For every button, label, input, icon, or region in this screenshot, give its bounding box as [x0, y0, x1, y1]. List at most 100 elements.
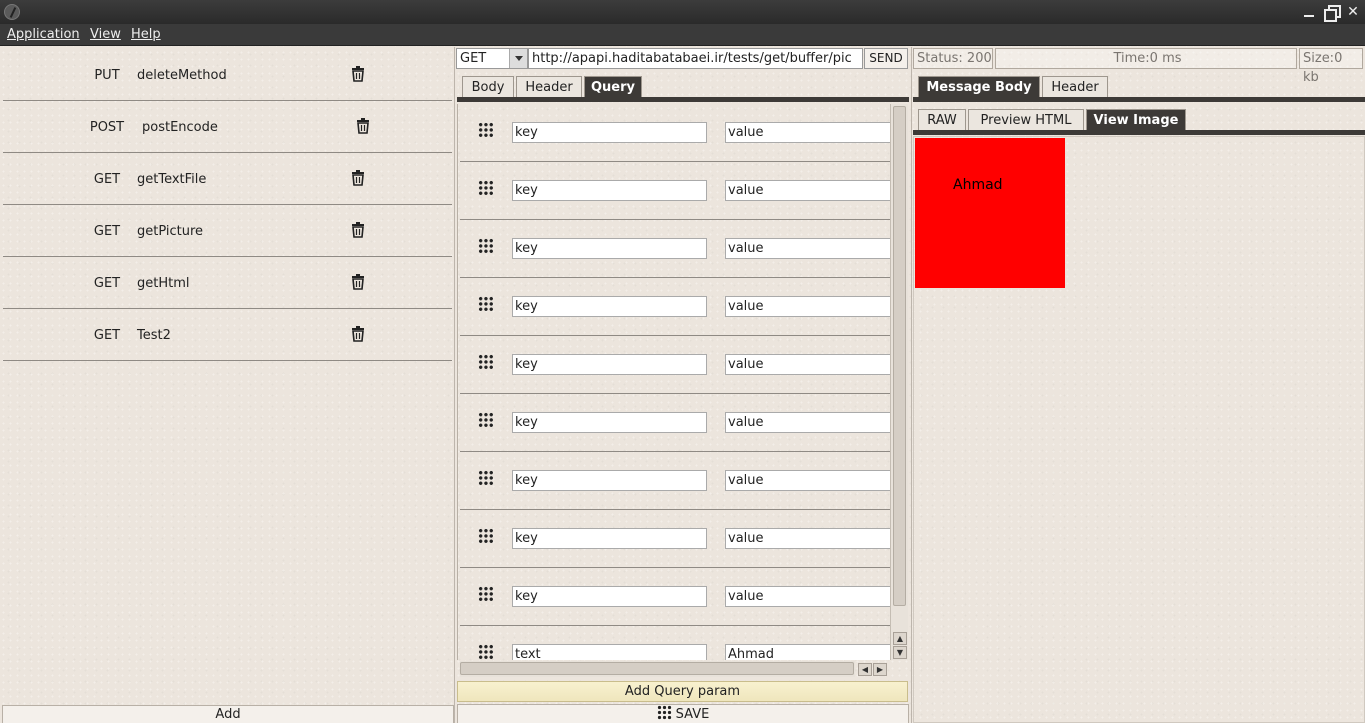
tab-message-body[interactable]: Message Body — [918, 76, 1040, 98]
method-select-value: GET — [460, 51, 487, 66]
menu-bar: Application View Help — [0, 24, 1365, 46]
query-param-row: key value — [460, 336, 890, 394]
query-key-input[interactable]: key — [512, 354, 707, 375]
tab-view-image[interactable]: View Image — [1086, 109, 1186, 131]
tab-query[interactable]: Query — [584, 76, 642, 98]
tab-body[interactable]: Body — [462, 76, 514, 98]
tab-underline — [913, 130, 1365, 135]
query-key-input[interactable]: key — [512, 180, 707, 201]
query-value-input[interactable]: value — [725, 122, 890, 143]
query-param-row: key value — [460, 394, 890, 452]
request-row[interactable]: GET Test2 — [3, 309, 452, 361]
add-request-button[interactable]: Add — [2, 705, 454, 723]
tab-underline — [457, 97, 909, 102]
drag-handle-icon[interactable] — [478, 354, 494, 370]
tab-underline — [913, 97, 1365, 102]
request-method: GET — [93, 276, 121, 291]
trash-icon[interactable] — [356, 118, 370, 134]
title-bar: ✕ — [0, 0, 1365, 24]
query-key-input[interactable]: key — [512, 412, 707, 433]
request-method: PUT — [94, 68, 120, 83]
send-button[interactable]: SEND — [864, 48, 908, 69]
query-key-input[interactable]: key — [512, 470, 707, 491]
query-param-row: key value — [460, 568, 890, 626]
close-icon[interactable]: ✕ — [1344, 3, 1362, 21]
url-input[interactable]: http://apapi.haditabatabaei.ir/tests/get… — [528, 48, 863, 69]
status-code: Status: 200 — [913, 48, 993, 69]
drag-handle-icon[interactable] — [478, 238, 494, 254]
tab-preview-html[interactable]: Preview HTML — [968, 109, 1084, 131]
request-name: deleteMethod — [137, 68, 227, 83]
query-key-input[interactable]: key — [512, 528, 707, 549]
request-row[interactable]: PUT deleteMethod — [3, 49, 452, 101]
query-key-input[interactable]: text — [512, 644, 707, 660]
scroll-right-icon[interactable]: ▶ — [873, 663, 887, 676]
menu-application[interactable]: Application — [7, 27, 80, 42]
query-value-input[interactable]: value — [725, 180, 890, 201]
request-method: GET — [93, 328, 121, 343]
grid-icon — [656, 705, 672, 720]
response-time: Time:0 ms — [995, 48, 1297, 69]
query-value-input[interactable]: value — [725, 296, 890, 317]
drag-handle-icon[interactable] — [478, 644, 494, 660]
scroll-left-icon[interactable]: ◀ — [858, 663, 872, 676]
trash-icon[interactable] — [351, 170, 365, 186]
query-value-input[interactable]: value — [725, 238, 890, 259]
drag-handle-icon[interactable] — [478, 296, 494, 312]
query-value-input[interactable]: Ahmad — [725, 644, 890, 660]
add-query-param-button[interactable]: Add Query param — [457, 681, 908, 702]
drag-handle-icon[interactable] — [478, 180, 494, 196]
drag-handle-icon[interactable] — [478, 528, 494, 544]
request-row[interactable]: POST postEncode — [3, 101, 452, 153]
query-value-input[interactable]: value — [725, 586, 890, 607]
request-name: getTextFile — [137, 172, 207, 187]
query-param-row: key value — [460, 510, 890, 568]
app-logo-icon — [4, 4, 20, 20]
drag-handle-icon[interactable] — [478, 470, 494, 486]
request-name: getHtml — [137, 276, 190, 291]
tab-response-header[interactable]: Header — [1042, 76, 1108, 98]
query-key-input[interactable]: key — [512, 586, 707, 607]
tab-header[interactable]: Header — [516, 76, 582, 98]
horizontal-scrollbar[interactable] — [460, 661, 855, 677]
request-row[interactable]: GET getPicture — [3, 205, 452, 257]
request-row[interactable]: GET getTextFile — [3, 153, 452, 205]
query-param-row: text Ahmad — [460, 626, 890, 660]
query-param-row: key value — [460, 452, 890, 510]
drag-handle-icon[interactable] — [478, 412, 494, 428]
menu-help[interactable]: Help — [131, 27, 161, 42]
query-value-input[interactable]: value — [725, 412, 890, 433]
trash-icon[interactable] — [351, 326, 365, 342]
query-key-input[interactable]: key — [512, 122, 707, 143]
chevron-down-icon[interactable] — [509, 49, 527, 68]
request-row[interactable]: GET getHtml — [3, 257, 452, 309]
request-method: POST — [89, 120, 125, 135]
save-label: SAVE — [675, 707, 710, 722]
request-method: GET — [93, 172, 121, 187]
query-key-input[interactable]: key — [512, 296, 707, 317]
drag-handle-icon[interactable] — [478, 586, 494, 602]
save-button[interactable]: SAVE — [457, 704, 909, 723]
horizontal-scroll-thumb[interactable] — [460, 662, 854, 675]
response-size: Size:0 kb — [1299, 48, 1363, 85]
query-param-row: key value — [460, 104, 890, 162]
scroll-up-icon[interactable]: ▲ — [893, 632, 907, 645]
drag-handle-icon[interactable] — [478, 122, 494, 138]
trash-icon[interactable] — [351, 66, 365, 82]
vertical-scroll-thumb[interactable] — [893, 106, 906, 606]
query-param-row: key value — [460, 278, 890, 336]
minimize-icon[interactable] — [1300, 3, 1318, 21]
tab-raw[interactable]: RAW — [918, 109, 966, 131]
maximize-icon[interactable] — [1322, 3, 1341, 22]
vertical-scrollbar[interactable]: ▲ ▼ — [890, 104, 908, 660]
trash-icon[interactable] — [351, 274, 365, 290]
scroll-down-icon[interactable]: ▼ — [893, 646, 907, 659]
query-value-input[interactable]: value — [725, 354, 890, 375]
query-value-input[interactable]: value — [725, 470, 890, 491]
menu-view[interactable]: View — [90, 27, 121, 42]
query-key-input[interactable]: key — [512, 238, 707, 259]
method-select[interactable]: GET — [456, 48, 528, 69]
request-name: getPicture — [137, 224, 204, 239]
trash-icon[interactable] — [351, 222, 365, 238]
query-value-input[interactable]: value — [725, 528, 890, 549]
